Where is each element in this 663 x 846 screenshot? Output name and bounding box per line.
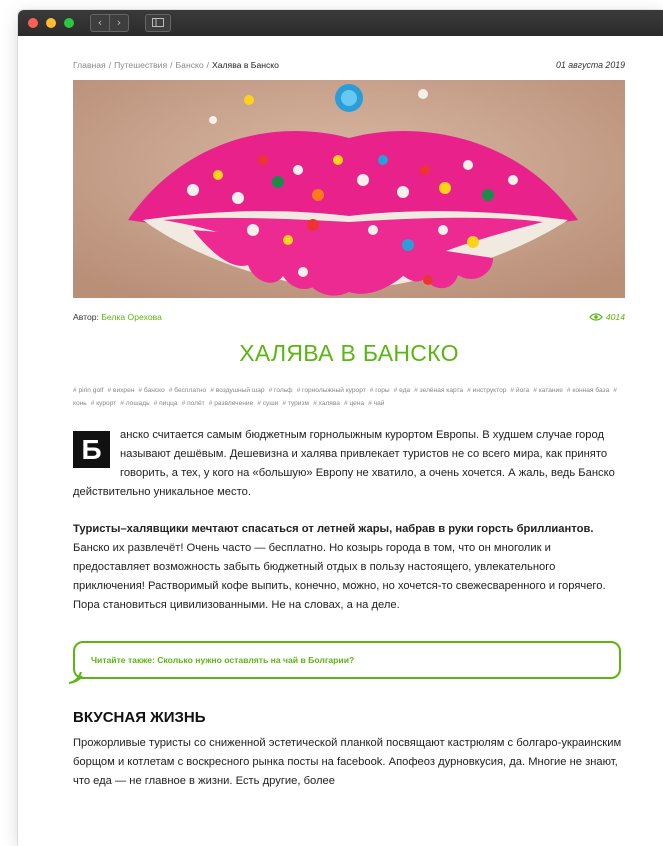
tag-link[interactable]: # полёт (182, 400, 205, 407)
view-count: 4014 (589, 312, 625, 322)
tag-link[interactable]: # конная база (567, 387, 609, 394)
breadcrumb-travel[interactable]: Путешествия (114, 60, 167, 70)
tag-link[interactable]: # чай (368, 400, 384, 407)
breadcrumb-current: Халява в Банско (212, 60, 279, 70)
history-nav: ‹ › (90, 14, 129, 32)
section-heading: ВКУСНАЯ ЖИЗНЬ (73, 709, 206, 726)
tag-link[interactable]: # горы (370, 387, 390, 394)
author-label: Автор: (73, 312, 99, 322)
close-window-button[interactable] (28, 18, 38, 28)
tag-link[interactable]: # воздушный шар (210, 387, 264, 394)
breadcrumb: Главная / Путешествия / Банско / Халява в Банс… (73, 60, 279, 70)
views-value: 4014 (605, 312, 625, 322)
tag-link[interactable]: # суши (257, 400, 278, 407)
lips-illustration (73, 80, 625, 298)
section-text: Прожорливые туристы со сниженной эстетич… (73, 737, 622, 787)
chevron-left-icon[interactable]: ‹ (90, 14, 110, 32)
lead-text: анско считается самым бюджетным горнолыж… (73, 429, 615, 498)
tag-link[interactable]: # вихрен (107, 387, 134, 394)
eye-icon (589, 313, 603, 321)
browser-window: ‹ › Главная / Путешествия / Банско / Халява в … (18, 10, 663, 846)
drop-cap: Б (73, 431, 110, 468)
tag-link[interactable]: # банско (138, 387, 164, 394)
read-also-link[interactable]: Читайте также: Сколько нужно оставлять н… (91, 655, 354, 665)
tag-link[interactable]: # инструктор (467, 387, 506, 394)
tag-link[interactable]: # пицца (154, 400, 178, 407)
tag-link[interactable]: # курорт (91, 400, 117, 407)
article-meta: Автор: Белка Орехова 4014 (73, 312, 625, 322)
tag-link[interactable]: # гольф (269, 387, 293, 394)
tag-link[interactable]: # йога (510, 387, 529, 394)
article-topline: Главная / Путешествия / Банско / Халява в Банс… (73, 60, 625, 70)
tag-list: # pirin golf # вихрен # банско # бесплатно #… (73, 384, 625, 410)
tag-link[interactable]: # еда (394, 387, 411, 394)
sidebar-icon[interactable] (145, 14, 171, 32)
lead-paragraph: Б анско считается самым бюджетным горнол… (73, 426, 625, 502)
tag-link[interactable]: # халява (313, 400, 340, 407)
article-title: ХАЛЯВА В БАНСКО (239, 340, 459, 366)
paragraph-text: Банско их развлечёт! Очень часто — беспл… (73, 542, 606, 611)
read-also-box[interactable]: Читайте также: Сколько нужно оставлять н… (69, 641, 621, 684)
speech-tail-icon (69, 672, 83, 684)
paragraph-bold: Туристы–халявщики мечтают спасаться от л… (73, 523, 594, 535)
tag-link[interactable]: # горнолыжный курорт (297, 387, 366, 394)
tag-link[interactable]: # цена (344, 400, 364, 407)
tag-link[interactable]: # pirin golf (73, 387, 103, 394)
author: Автор: Белка Орехова (73, 312, 162, 322)
tag-link[interactable]: # туризм (282, 400, 309, 407)
tag-link[interactable]: # бесплатно (169, 387, 206, 394)
minimize-window-button[interactable] (46, 18, 56, 28)
breadcrumb-separator: / (108, 60, 112, 70)
chevron-right-icon[interactable]: › (110, 14, 129, 32)
breadcrumb-separator: / (170, 60, 173, 70)
breadcrumb-bansko[interactable]: Банско (176, 60, 204, 70)
tag-link[interactable]: # лошадь (120, 400, 149, 407)
breadcrumb-home[interactable]: Главная (73, 60, 106, 70)
author-link[interactable]: Белка Орехова (101, 312, 162, 322)
tag-link[interactable]: # зелёная карта (414, 387, 463, 394)
tag-link[interactable]: # катание (533, 387, 563, 394)
paragraph: Туристы–халявщики мечтают спасаться от л… (73, 520, 625, 615)
tag-link[interactable]: # развлечение (209, 400, 254, 407)
zoom-window-button[interactable] (64, 18, 74, 28)
window-titlebar: ‹ › (18, 10, 663, 36)
breadcrumb-separator: / (206, 60, 210, 70)
publish-date: 01 августа 2019 (556, 60, 625, 70)
article: Главная / Путешествия / Банско / Халява в Банс… (18, 60, 663, 791)
hero-image (73, 80, 625, 298)
